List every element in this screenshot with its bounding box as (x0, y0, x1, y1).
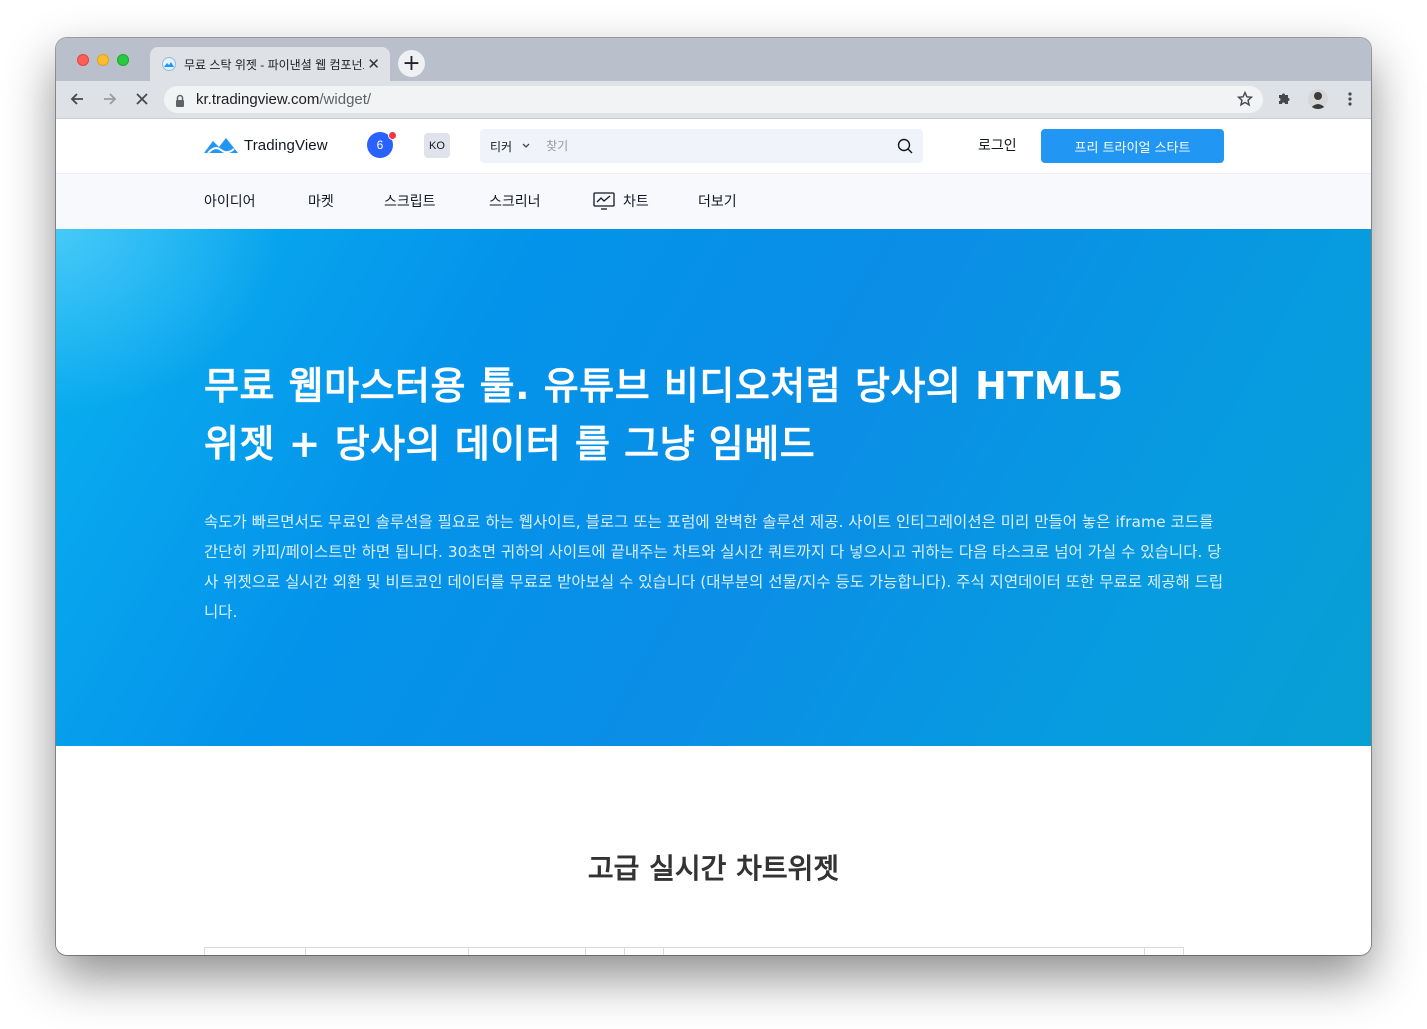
forward-arrow-icon[interactable] (99, 88, 121, 110)
search-input[interactable] (544, 138, 865, 154)
site-header: TradingView 6 KO 티커 로그인 프리 트라이얼 스타트 (56, 119, 1371, 173)
stop-loading-icon[interactable] (131, 88, 153, 110)
nav-item-ideas[interactable]: 아이디어 (204, 191, 256, 211)
close-window-button[interactable] (77, 54, 89, 66)
url-host: kr.tradingview.com (196, 91, 320, 108)
hero-title-line-1: 무료 웹마스터용 툴. 유튜브 비디오처럼 당사의 HTML5 (204, 364, 1124, 408)
free-trial-button[interactable]: 프리 트라이얼 스타트 (1041, 129, 1224, 163)
lock-icon (174, 93, 186, 107)
tab-title: 무료 스탁 위젯 - 파이낸셜 웹 컴포넌트 (184, 57, 364, 72)
search-box: 티커 (480, 129, 923, 163)
tab-close-icon[interactable]: ✕ (367, 55, 380, 73)
widget-toolbar-divider (663, 948, 664, 955)
tradingview-logo[interactable]: TradingView (204, 135, 328, 155)
url-text: kr.tradingview.com/widget/ (196, 91, 371, 108)
new-tab-button[interactable]: + (398, 50, 425, 77)
chart-widget-frame (204, 947, 1184, 955)
browser-tab-active[interactable]: 무료 스탁 위젯 - 파이낸셜 웹 컴포넌트 ✕ (150, 47, 390, 81)
nav-item-chart-label: 차트 (623, 194, 649, 210)
main-nav: 아이디어 마켓 스크립트 스크리너 차트 더보기 (56, 173, 1371, 229)
search-scope-label[interactable]: 티커 (490, 138, 512, 155)
nav-item-markets[interactable]: 마켓 (308, 191, 334, 211)
search-icon[interactable] (897, 138, 913, 158)
nav-item-chart[interactable]: 차트 (593, 191, 649, 211)
section-title: 고급 실시간 차트위젯 (587, 852, 840, 885)
chart-icon (593, 192, 615, 210)
hero-title: 무료 웹마스터용 툴. 유튜브 비디오처럼 당사의 HTML5 위젯 + 당사의… (204, 357, 1234, 473)
tradingview-favicon-icon (162, 57, 176, 71)
nav-item-more[interactable]: 더보기 (698, 191, 737, 211)
widget-toolbar-divider (624, 948, 625, 955)
login-link[interactable]: 로그인 (978, 135, 1017, 155)
profile-avatar[interactable] (1308, 89, 1328, 109)
chevron-down-icon[interactable] (522, 141, 530, 152)
tradingview-logo-icon (204, 138, 238, 154)
hero-description: 속도가 빠르면서도 무료인 솔루션을 필요로 하는 웹사이트, 블로그 또는 포… (204, 513, 1224, 621)
browser-toolbar: kr.tradingview.com/widget/ (56, 81, 1371, 119)
browser-window: 무료 스탁 위젯 - 파이낸셜 웹 컴포넌트 ✕ + kr.tradingvie… (56, 38, 1371, 955)
widget-toolbar-divider (305, 948, 306, 955)
nav-item-scripts[interactable]: 스크립트 (384, 191, 436, 211)
logo-text: TradingView (244, 136, 328, 154)
back-arrow-icon[interactable] (66, 88, 88, 110)
zoom-window-button[interactable] (117, 54, 129, 66)
more-menu-icon[interactable] (1340, 89, 1360, 109)
notification-dot (388, 131, 397, 140)
hero-banner: 무료 웹마스터용 툴. 유튜브 비디오처럼 당사의 HTML5 위젯 + 당사의… (56, 229, 1371, 746)
widget-toolbar-divider (1144, 948, 1145, 955)
widget-toolbar-divider (585, 948, 586, 955)
extensions-puzzle-icon[interactable] (1274, 89, 1294, 109)
hero-title-line-2: 위젯 + 당사의 데이터 를 그냥 임베드 (204, 422, 816, 466)
url-path: /widget/ (319, 91, 372, 108)
nav-item-screeners[interactable]: 스크리너 (489, 191, 541, 211)
tab-strip: 무료 스탁 위젯 - 파이낸셜 웹 컴포넌트 ✕ + (56, 38, 1371, 81)
minimize-window-button[interactable] (97, 54, 109, 66)
web-page: TradingView 6 KO 티커 로그인 프리 트라이얼 스타트 아이디어… (56, 119, 1371, 955)
language-selector[interactable]: KO (424, 133, 450, 158)
widget-toolbar-divider (468, 948, 469, 955)
address-bar[interactable]: kr.tradingview.com/widget/ (164, 86, 1263, 113)
bookmark-star-icon[interactable] (1236, 90, 1254, 111)
